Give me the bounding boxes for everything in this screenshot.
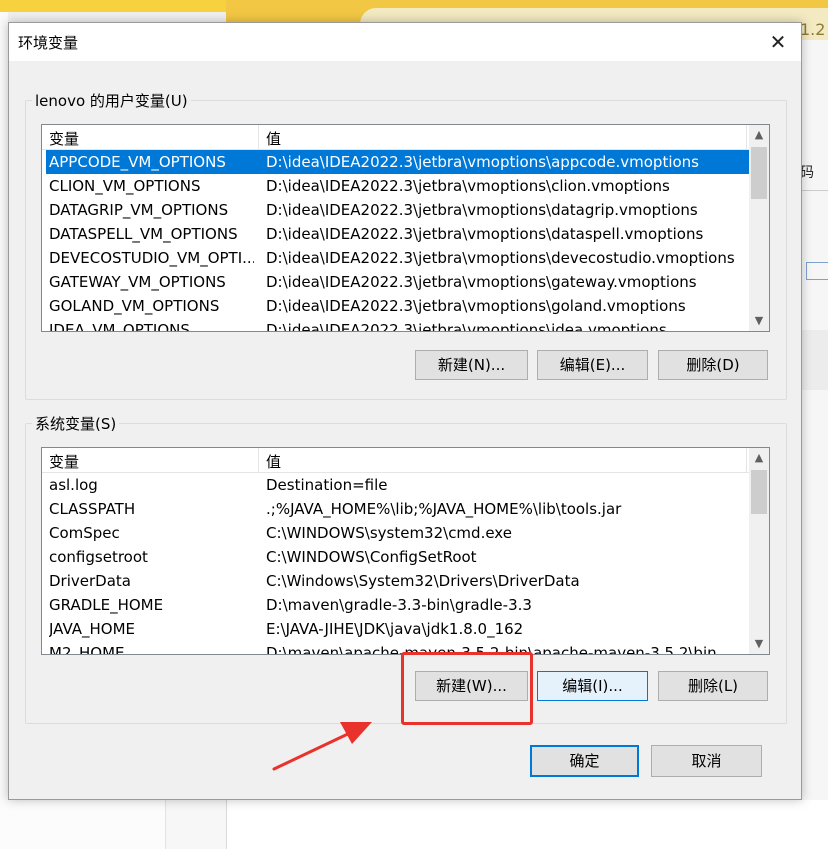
annotation-arrow-icon (272, 722, 372, 771)
